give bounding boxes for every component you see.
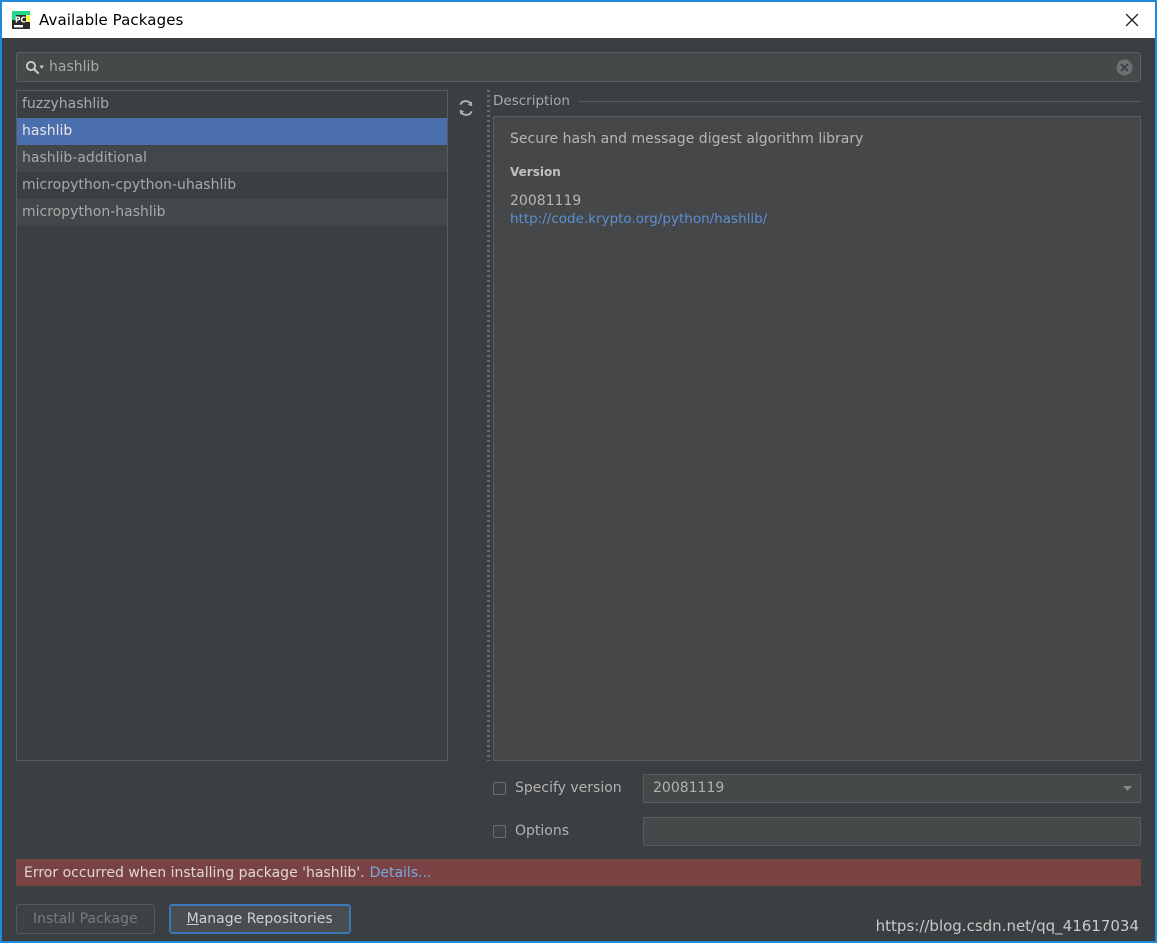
list-item[interactable]: micropython-hashlib bbox=[17, 199, 447, 226]
list-item[interactable]: micropython-cpython-uhashlib bbox=[17, 172, 447, 199]
package-homepage-link[interactable]: http://code.krypto.org/python/hashlib/ bbox=[510, 211, 767, 227]
list-item[interactable]: hashlib-additional bbox=[17, 145, 447, 172]
manage-repositories-button[interactable]: Manage Repositories bbox=[168, 904, 351, 934]
chevron-down-icon[interactable] bbox=[1118, 784, 1136, 792]
description-summary: Secure hash and message digest algorithm… bbox=[510, 131, 864, 147]
version-combobox-value: 20081119 bbox=[653, 780, 725, 796]
window-title: Available Packages bbox=[39, 11, 184, 29]
options-area: Specify version 20081119 Options bbox=[2, 761, 1155, 846]
available-packages-dialog: PC Available Packages hashlib fuzzyhashl… bbox=[0, 0, 1157, 943]
error-banner: Error occurred when installing package '… bbox=[16, 859, 1141, 886]
options-fields: Specify version 20081119 Options bbox=[493, 773, 1141, 846]
error-details-link[interactable]: Details... bbox=[370, 865, 432, 881]
search-row: hashlib bbox=[2, 38, 1155, 82]
splitter-handle bbox=[487, 90, 490, 761]
search-icon[interactable] bbox=[25, 60, 45, 75]
options-spacer bbox=[16, 773, 493, 846]
main-area: fuzzyhashlib hashlib hashlib-additional … bbox=[2, 82, 1155, 761]
panel-splitter[interactable] bbox=[484, 90, 493, 761]
search-input[interactable]: hashlib bbox=[16, 52, 1141, 82]
specify-version-row: Specify version 20081119 bbox=[493, 773, 1141, 803]
title-bar: PC Available Packages bbox=[2, 2, 1155, 38]
manage-repositories-mnemonic: M bbox=[186, 911, 199, 927]
close-icon[interactable] bbox=[1109, 2, 1155, 38]
error-message: Error occurred when installing package '… bbox=[24, 864, 365, 881]
options-row: Options bbox=[493, 816, 1141, 846]
description-version-value: 20081119 bbox=[510, 193, 582, 209]
list-item[interactable]: hashlib bbox=[17, 118, 447, 145]
description-header-label: Description bbox=[493, 93, 570, 109]
watermark: https://blog.csdn.net/qq_41617034 bbox=[875, 917, 1139, 935]
options-input[interactable] bbox=[643, 816, 1141, 846]
list-empty-space bbox=[17, 226, 447, 760]
refresh-column bbox=[448, 90, 484, 761]
version-combobox[interactable]: 20081119 bbox=[643, 773, 1141, 803]
install-package-button[interactable]: Install Package bbox=[16, 904, 155, 934]
clear-search-icon[interactable] bbox=[1114, 57, 1134, 77]
package-list-pane: fuzzyhashlib hashlib hashlib-additional … bbox=[16, 90, 484, 761]
description-pane: Description Secure hash and message dige… bbox=[493, 90, 1141, 761]
refresh-icon[interactable] bbox=[455, 97, 477, 119]
footer: Install Package Manage Repositories http… bbox=[2, 886, 1155, 941]
search-value: hashlib bbox=[49, 59, 100, 75]
options-checkbox[interactable] bbox=[493, 824, 506, 838]
manage-repositories-label: anage Repositories bbox=[198, 911, 333, 927]
options-label: Options bbox=[515, 823, 570, 839]
description-header: Description bbox=[493, 90, 1141, 112]
specify-version-label: Specify version bbox=[515, 780, 622, 796]
dialog-body: hashlib fuzzyhashlib hashlib hashlib-add… bbox=[2, 38, 1155, 941]
description-box: Secure hash and message digest algorithm… bbox=[493, 116, 1141, 761]
description-header-rule bbox=[577, 100, 1141, 102]
description-version-label: Version bbox=[510, 165, 561, 179]
svg-text:PC: PC bbox=[15, 16, 26, 25]
specify-version-checkbox[interactable] bbox=[493, 781, 506, 795]
list-item[interactable]: fuzzyhashlib bbox=[17, 91, 447, 118]
pycharm-icon: PC bbox=[12, 11, 30, 29]
package-list[interactable]: fuzzyhashlib hashlib hashlib-additional … bbox=[16, 90, 448, 761]
